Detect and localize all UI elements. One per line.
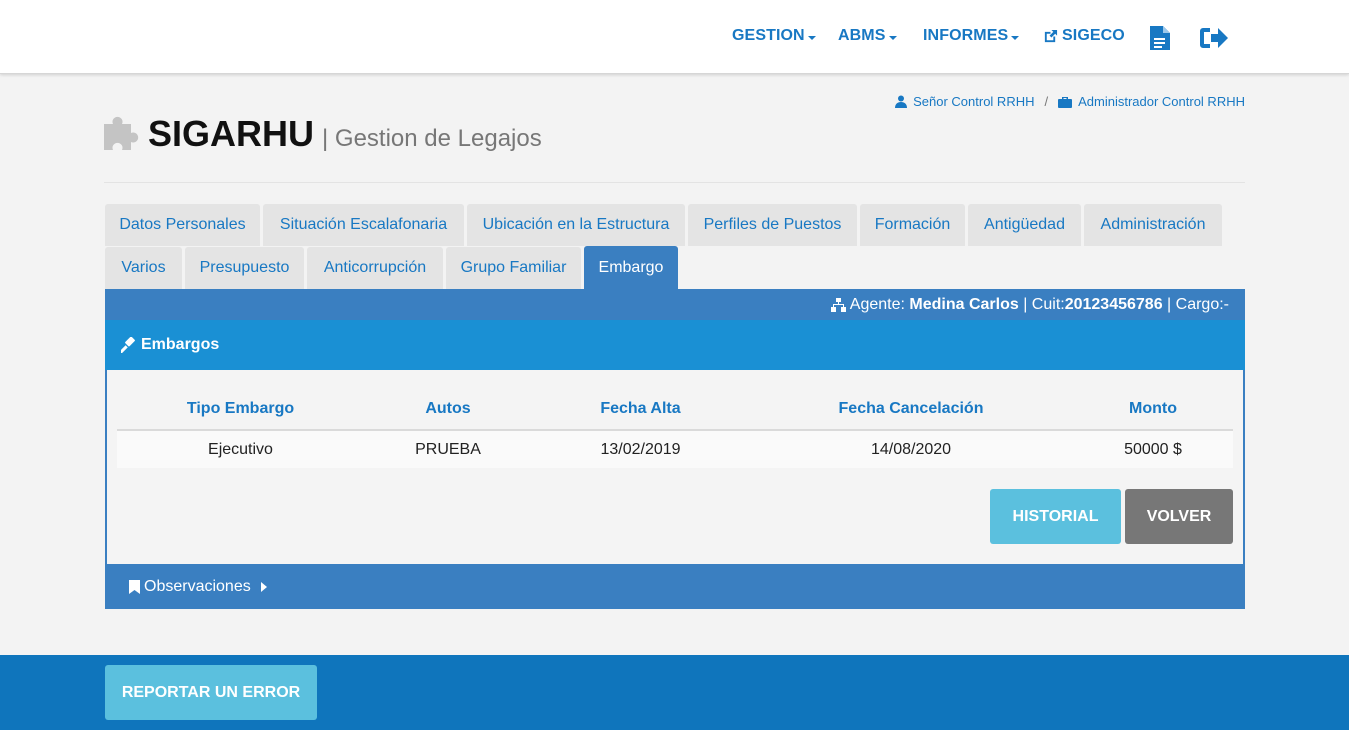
nav-gestion-label: GESTION: [732, 27, 805, 44]
agent-name: Medina Carlos: [909, 296, 1019, 313]
external-link-icon: [1043, 29, 1058, 44]
nav-sigeco-label: SIGECO: [1062, 27, 1125, 44]
nav-abms-label: ABMS: [838, 27, 886, 44]
gavel-icon: [121, 337, 137, 353]
tab-administracion[interactable]: Administración: [1084, 204, 1222, 246]
top-navbar: GESTION ABMS INFORMES SIGECO: [0, 0, 1349, 74]
briefcase-icon: [1058, 96, 1073, 108]
column-header-autos: Autos: [364, 389, 532, 431]
column-header-fecha-alta: Fecha Alta: [532, 389, 749, 431]
historial-button[interactable]: HISTORIAL: [990, 489, 1121, 544]
cell-autos: PRUEBA: [364, 430, 532, 468]
embargos-table: Tipo Embargo Autos Fecha Alta Fecha Canc…: [117, 389, 1233, 468]
cell-fecha-cancelacion: 14/08/2020: [749, 430, 1073, 468]
nav-sigeco-link[interactable]: SIGECO: [1043, 27, 1125, 45]
cuit-label: | Cuit:: [1023, 296, 1065, 313]
tab-antiguedad[interactable]: Antigüedad: [968, 204, 1081, 246]
nav-informes-label: INFORMES: [923, 27, 1009, 44]
cell-tipo-embargo: Ejecutivo: [117, 430, 364, 468]
app-subtitle: | Gestion de Legajos: [322, 125, 542, 152]
observaciones-label: Observaciones: [144, 577, 251, 595]
cell-monto: 50000 $: [1073, 430, 1233, 468]
embargos-panel-header: Embargos: [105, 320, 1245, 370]
tab-perfiles-puestos[interactable]: Perfiles de Puestos: [688, 204, 857, 246]
bookmark-icon: [129, 579, 140, 594]
caret-down-icon: [888, 35, 897, 40]
tab-grupo-familiar[interactable]: Grupo Familiar: [446, 247, 581, 289]
tab-datos-personales[interactable]: Datos Personales: [105, 204, 260, 246]
sign-out-icon[interactable]: [1199, 24, 1229, 52]
user-info: Señor Control RRHH / Administrador Contr…: [895, 94, 1245, 109]
agent-cuit: 20123456786: [1064, 296, 1163, 313]
tab-anticorrupcion[interactable]: Anticorrupción: [307, 247, 443, 289]
page-title: SIGARHU | Gestion de Legajos: [104, 113, 542, 155]
caret-down-icon: [1011, 35, 1020, 40]
agent-label: Agente:: [849, 296, 905, 313]
user-role-link[interactable]: Administrador Control RRHH: [1078, 94, 1245, 109]
column-header-fecha-cancelacion: Fecha Cancelación: [749, 389, 1073, 431]
app-title: SIGARHU: [148, 113, 315, 154]
column-header-monto: Monto: [1073, 389, 1233, 431]
nav-gestion-dropdown[interactable]: GESTION: [732, 27, 816, 45]
embargos-panel-title: Embargos: [141, 336, 220, 353]
table-row: Ejecutivo PRUEBA 13/02/2019 14/08/2020 5…: [117, 430, 1233, 468]
tab-situacion-escalafonaria[interactable]: Situación Escalafonaria: [263, 204, 464, 246]
cargo-label: | Cargo:-: [1167, 296, 1229, 313]
user-separator: /: [1044, 94, 1049, 109]
volver-button[interactable]: VOLVER: [1125, 489, 1233, 544]
tab-ubicacion-estructura[interactable]: Ubicación en la Estructura: [467, 204, 685, 246]
nav-informes-dropdown[interactable]: INFORMES: [923, 27, 1020, 45]
nav-abms-dropdown[interactable]: ABMS: [838, 27, 897, 45]
table-header-row: Tipo Embargo Autos Fecha Alta Fecha Canc…: [117, 389, 1233, 431]
user-name-link[interactable]: Señor Control RRHH: [913, 94, 1034, 109]
user-icon: [895, 95, 908, 108]
tab-formacion[interactable]: Formación: [860, 204, 965, 246]
agent-info-bar: Agente: Medina Carlos | Cuit: 20123456786…: [105, 289, 1245, 321]
cell-fecha-alta: 13/02/2019: [532, 430, 749, 468]
tab-varios[interactable]: Varios: [105, 247, 182, 289]
header-divider: [104, 182, 1245, 183]
tab-embargo[interactable]: Embargo: [584, 246, 678, 290]
document-icon[interactable]: [1145, 24, 1175, 52]
report-error-button[interactable]: REPORTAR UN ERROR: [105, 665, 317, 720]
sitemap-icon: [830, 298, 846, 312]
observaciones-toggle[interactable]: Observaciones: [105, 564, 1245, 609]
column-header-tipo-embargo: Tipo Embargo: [117, 389, 364, 431]
tab-presupuesto[interactable]: Presupuesto: [185, 247, 304, 289]
caret-right-icon: [260, 581, 267, 592]
caret-down-icon: [807, 35, 816, 40]
